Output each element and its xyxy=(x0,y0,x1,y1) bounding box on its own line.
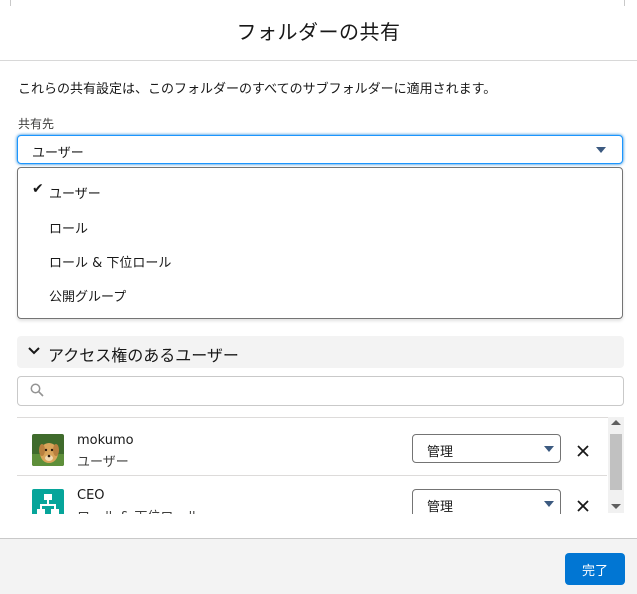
header-edge-tick xyxy=(10,0,11,6)
entry-type: ユーザー xyxy=(77,455,129,470)
option-role-and-subordinates[interactable]: ロール & 下位ロール xyxy=(18,246,622,276)
checkmark-icon: ✔ xyxy=(32,181,44,197)
share-folder-modal: フォルダーの共有 これらの共有設定は、このフォルダーのすべてのサブフォルダーに適… xyxy=(0,0,637,594)
share-with-label: 共有先 xyxy=(18,117,55,131)
option-label: ロール & 下位ロール xyxy=(49,256,172,271)
entry-type: ロール & 下位ロール xyxy=(77,506,199,514)
option-label: 公開グループ xyxy=(49,290,127,305)
option-label: ユーザー xyxy=(49,187,101,202)
access-list: mokumo ユーザー 管理 CEO 管理 xyxy=(17,417,624,514)
list-scrollbar[interactable] xyxy=(608,417,624,513)
modal-title: フォルダーの共有 xyxy=(236,19,401,44)
modal-header: フォルダーの共有 xyxy=(0,0,637,61)
share-with-value: ユーザー xyxy=(32,146,84,161)
option-public-group[interactable]: 公開グループ xyxy=(18,280,622,310)
role-avatar xyxy=(32,489,64,514)
entry-name: mokumo xyxy=(77,433,134,448)
info-text: これらの共有設定は、このフォルダーのすべてのサブフォルダーに適用されます。 xyxy=(18,82,497,97)
dropdown-caret-icon xyxy=(544,446,554,452)
close-icon[interactable] xyxy=(577,500,589,512)
chevron-down-icon xyxy=(28,347,40,355)
dropdown-caret-icon xyxy=(596,147,606,153)
scroll-down-arrow-icon[interactable] xyxy=(611,504,621,509)
role-hierarchy-icon xyxy=(32,489,64,514)
list-item: mokumo ユーザー 管理 xyxy=(17,420,607,476)
search-input[interactable] xyxy=(17,376,624,406)
dog-photo-avatar xyxy=(32,434,64,466)
close-icon[interactable] xyxy=(577,445,589,457)
share-with-select[interactable]: ユーザー xyxy=(17,135,623,164)
done-button[interactable]: 完了 xyxy=(565,553,625,585)
option-role[interactable]: ロール xyxy=(18,212,622,242)
scroll-up-arrow-icon[interactable] xyxy=(611,420,621,425)
modal-footer: 完了 xyxy=(0,538,637,594)
access-level-select[interactable]: 管理 xyxy=(412,434,561,463)
user-avatar xyxy=(32,434,64,466)
access-level-value: 管理 xyxy=(427,500,454,514)
search-icon xyxy=(30,383,44,397)
dropdown-caret-icon xyxy=(544,501,554,507)
access-section-title: アクセス権のあるユーザー xyxy=(48,346,239,365)
option-label: ロール xyxy=(49,222,89,237)
header-edge-tick xyxy=(624,0,625,6)
access-level-select[interactable]: 管理 xyxy=(412,489,561,514)
entry-name: CEO xyxy=(77,488,105,503)
share-with-dropdown: ✔ ユーザー ロール ロール & 下位ロール 公開グループ xyxy=(17,167,623,319)
access-section-header[interactable]: アクセス権のあるユーザー xyxy=(17,336,624,368)
access-level-value: 管理 xyxy=(427,445,454,460)
scroll-thumb[interactable] xyxy=(610,434,622,490)
option-user[interactable]: ✔ ユーザー xyxy=(18,177,622,207)
list-item: CEO ロール & 下位ロール 管理 xyxy=(17,475,607,514)
